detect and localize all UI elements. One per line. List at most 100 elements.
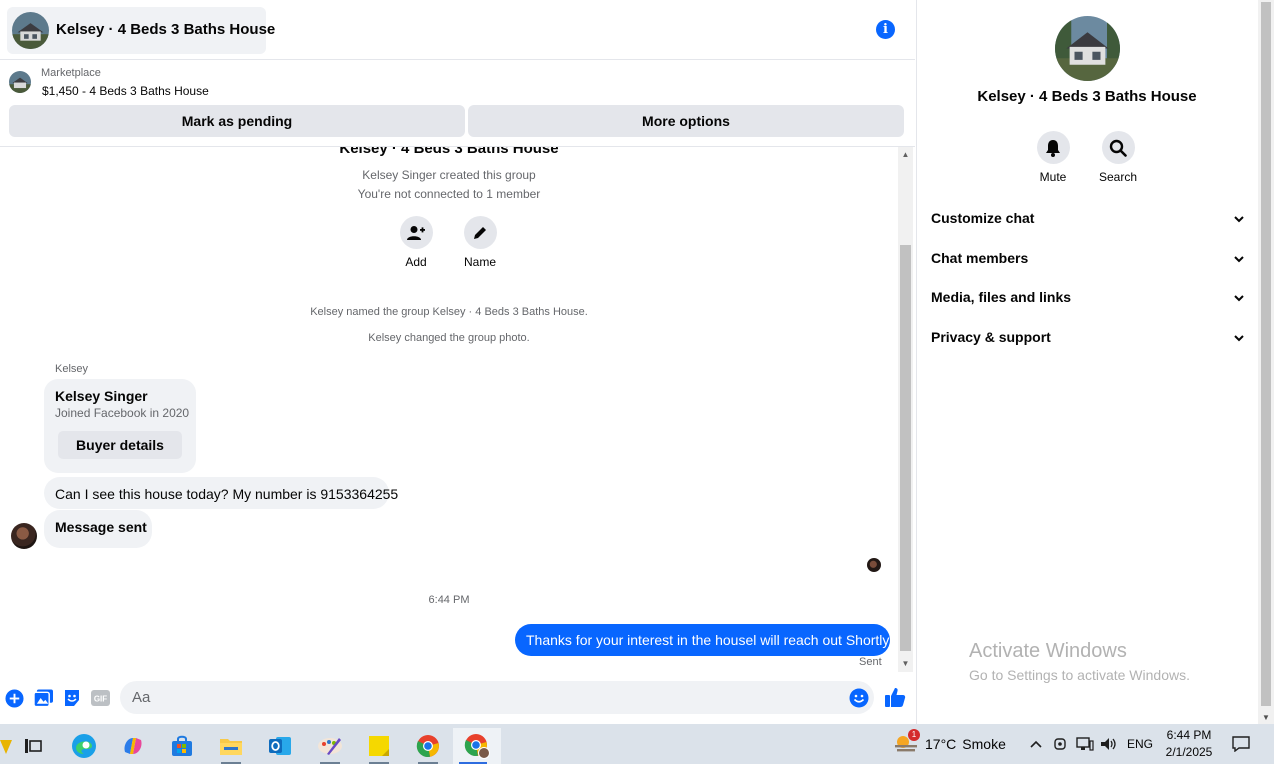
windows-taskbar: 1 17°C Smoke ENG 6:44 PM 2/1/2025	[0, 724, 1274, 764]
weather-condition: Smoke	[962, 736, 1006, 752]
group-avatar	[12, 12, 49, 49]
scroll-up-icon[interactable]: ▲	[898, 147, 913, 163]
search-label: Search	[1098, 170, 1138, 184]
listing-category: Marketplace	[41, 67, 101, 79]
clock-time: 6:44 PM	[1166, 728, 1212, 742]
sticker-icon[interactable]	[62, 688, 82, 708]
edge-icon[interactable]	[64, 728, 104, 764]
store-icon[interactable]	[162, 728, 202, 764]
system-event: Kelsey changed the group photo.	[368, 332, 530, 344]
watermark-title: Activate Windows	[969, 640, 1127, 662]
file-explorer-icon[interactable]	[211, 728, 251, 764]
section-label: Privacy & support	[931, 329, 1051, 345]
side-panel-title: Kelsey · 4 Beds 3 Baths House	[977, 88, 1197, 105]
watermark-subtitle: Go to Settings to activate Windows.	[969, 667, 1190, 683]
page-scroll-thumb[interactable]	[1261, 2, 1271, 706]
chat-members-section[interactable]: Chat members	[931, 250, 1245, 274]
section-label: Chat members	[931, 250, 1029, 266]
conversation-info-panel: Kelsey · 4 Beds 3 Baths House Mute Searc…	[916, 0, 1258, 724]
listing-title[interactable]: $1,450 - 4 Beds 3 Baths House	[42, 84, 209, 98]
incoming-message[interactable]: Message sent	[44, 510, 152, 548]
chat-pane: Kelsey · 4 Beds 3 Baths House i Marketpl…	[0, 0, 915, 724]
intro-connection: You're not connected to 1 member	[357, 187, 541, 201]
weather-badge: 1	[908, 729, 920, 741]
message-status: Sent	[859, 656, 882, 668]
volume-icon[interactable]	[1100, 724, 1118, 764]
add-member-button[interactable]: Add	[386, 216, 446, 269]
group-photo[interactable]	[1055, 16, 1120, 81]
buyer-joined: Joined Facebook in 2020	[55, 406, 190, 420]
sticky-notes-icon[interactable]	[359, 728, 399, 764]
chat-header: Kelsey · 4 Beds 3 Baths House i	[0, 0, 915, 60]
network-icon[interactable]	[1076, 724, 1094, 764]
incoming-message[interactable]: Can I see this house today? My number is…	[44, 477, 398, 509]
sender-name: Kelsey	[55, 363, 89, 375]
info-icon[interactable]: i	[876, 20, 895, 39]
thumbs-up-icon[interactable]	[884, 686, 906, 708]
read-receipt-avatar	[867, 558, 881, 572]
privacy-support-section[interactable]: Privacy & support	[931, 329, 1245, 353]
time-separator: 6:44 PM	[428, 594, 470, 606]
weather-icon: 1	[893, 729, 920, 756]
notification-icon[interactable]	[1232, 724, 1250, 764]
scroll-down-icon[interactable]: ▼	[898, 656, 913, 672]
photo-icon[interactable]	[33, 688, 53, 708]
customize-chat-section[interactable]: Customize chat	[931, 210, 1245, 234]
section-label: Media, files and links	[931, 289, 1072, 305]
media-files-links-section[interactable]: Media, files and links	[931, 289, 1245, 313]
language-indicator[interactable]: ENG	[1127, 724, 1153, 764]
chrome-icon[interactable]	[408, 728, 448, 764]
listing-thumbnail[interactable]	[9, 71, 31, 93]
outlook-icon[interactable]	[260, 728, 300, 764]
intro-group-name: Kelsey · 4 Beds 3 Baths House	[339, 147, 559, 157]
copilot-icon[interactable]	[113, 728, 153, 764]
scroll-thumb[interactable]	[900, 245, 911, 651]
gif-icon[interactable]: GIF	[90, 688, 110, 708]
chat-title-button[interactable]: Kelsey · 4 Beds 3 Baths House	[7, 7, 275, 54]
buyer-details-button[interactable]: Buyer details	[58, 431, 182, 459]
more-options-button[interactable]: More options	[468, 105, 904, 137]
chat-title: Kelsey · 4 Beds 3 Baths House	[56, 21, 276, 38]
show-hidden-icons[interactable]	[1029, 724, 1043, 764]
buyer-name[interactable]: Kelsey Singer	[55, 388, 148, 404]
add-person-icon	[399, 216, 433, 249]
chevron-down-icon	[1233, 252, 1245, 268]
search-button[interactable]: Search	[1088, 131, 1148, 184]
plus-icon[interactable]	[4, 688, 24, 708]
outgoing-message[interactable]: Thanks for your interest in the housel w…	[515, 624, 892, 656]
paint-icon[interactable]	[310, 728, 350, 764]
message-list: Kelsey · 4 Beds 3 Baths House Kelsey Sin…	[0, 147, 898, 672]
scroll-down-icon[interactable]: ▼	[1258, 713, 1274, 722]
sender-avatar[interactable]	[11, 523, 37, 549]
pencil-icon	[463, 216, 497, 249]
chevron-down-icon	[1233, 212, 1245, 228]
message-scrollbar[interactable]: ▲ ▼	[898, 147, 913, 672]
page-scrollbar[interactable]: ▼	[1258, 0, 1274, 724]
chrome-profile-icon[interactable]	[453, 728, 501, 764]
system-clock[interactable]: 6:44 PM 2/1/2025	[1160, 727, 1218, 761]
mute-label: Mute	[1039, 170, 1067, 184]
chevron-down-icon	[1233, 291, 1245, 307]
message-input[interactable]	[120, 681, 874, 714]
add-label: Add	[405, 255, 427, 269]
buyer-profile-card: Kelsey Singer Joined Facebook in 2020 Bu…	[44, 379, 196, 473]
name-group-button[interactable]: Name	[450, 216, 510, 269]
search-icon	[1101, 131, 1135, 164]
composer: GIF	[0, 672, 915, 724]
weather-temp: 17°C	[925, 736, 957, 752]
intro-created: Kelsey Singer created this group	[362, 168, 536, 182]
section-label: Customize chat	[931, 210, 1035, 226]
task-view-icon[interactable]	[13, 728, 53, 764]
weather-widget[interactable]: 1 17°C Smoke	[893, 729, 1006, 756]
mute-button[interactable]: Mute	[1023, 131, 1083, 184]
meet-now-icon[interactable]	[1053, 724, 1069, 764]
bell-icon	[1036, 131, 1070, 164]
system-event: Kelsey named the group Kelsey · 4 Beds 3…	[310, 306, 588, 318]
chevron-down-icon	[1233, 331, 1245, 347]
mark-pending-button[interactable]: Mark as pending	[9, 105, 465, 137]
emoji-icon[interactable]	[849, 688, 869, 708]
name-label: Name	[463, 255, 496, 269]
activate-windows-watermark: Activate Windows Go to Settings to activ…	[969, 640, 1190, 683]
gif-label: GIF	[93, 695, 106, 704]
marketplace-listing-bar: Marketplace $1,450 - 4 Beds 3 Baths Hous…	[0, 60, 915, 147]
